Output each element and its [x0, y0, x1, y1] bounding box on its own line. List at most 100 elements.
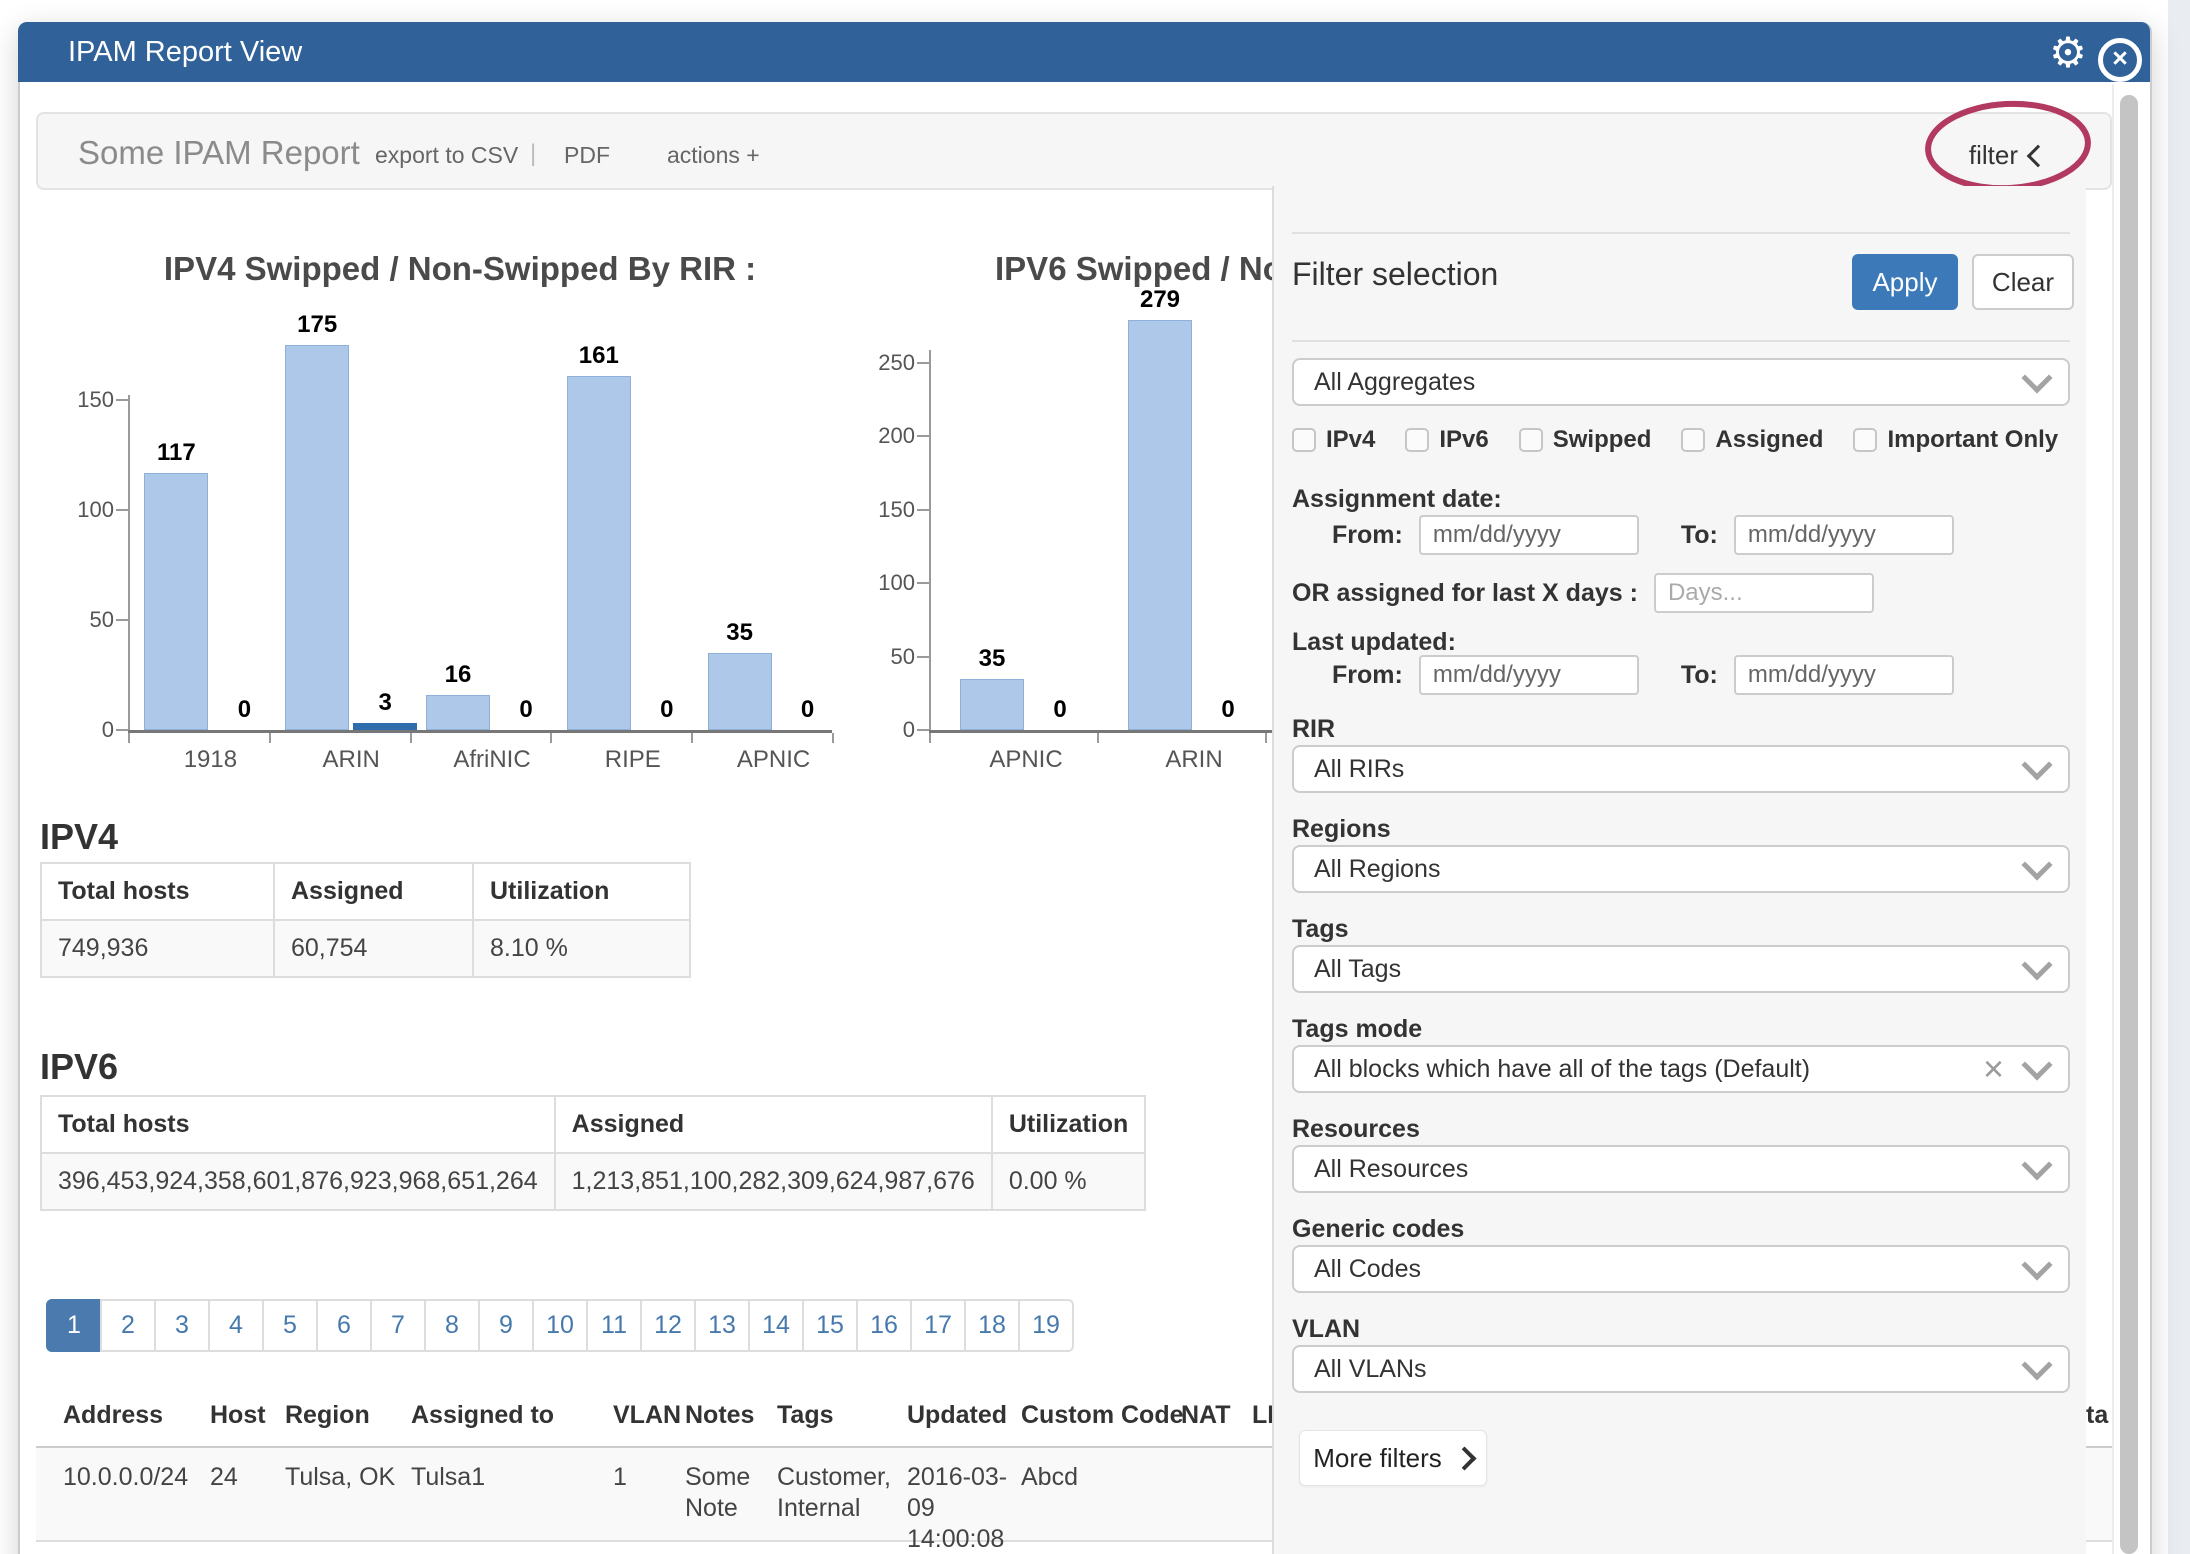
clipped-column-header-fragment: ta: [2086, 1400, 2108, 1431]
page-button-8[interactable]: 8: [424, 1299, 480, 1352]
records-cell: 24: [210, 1462, 278, 1493]
chevron-down-icon: [2021, 1249, 2052, 1280]
bar-value-label: 35: [704, 619, 776, 647]
updated-from-input[interactable]: [1419, 655, 1639, 695]
to-label: To:: [1681, 521, 1718, 550]
page-button-17[interactable]: 17: [910, 1299, 966, 1352]
y-axis-line: [128, 395, 130, 730]
page-button-11[interactable]: 11: [586, 1299, 642, 1352]
page-button-10[interactable]: 10: [532, 1299, 588, 1352]
ipv6-section-heading: IPV6: [40, 1046, 118, 1088]
page-button-9[interactable]: 9: [478, 1299, 534, 1352]
table-cell: 396,453,924,358,601,876,923,968,651,264: [41, 1153, 555, 1210]
page-button-14[interactable]: 14: [748, 1299, 804, 1352]
y-tick-mark: [116, 729, 128, 731]
modal-scrollbar-track[interactable]: [2112, 84, 2150, 1554]
updated-to-input[interactable]: [1734, 655, 1954, 695]
checkbox-swipped[interactable]: Swipped: [1519, 426, 1652, 454]
page-button-16[interactable]: 16: [856, 1299, 912, 1352]
x-category-label: AfriNIC: [412, 746, 572, 774]
last-updated-label: Last updated:: [1292, 628, 1456, 657]
checkbox-label: Assigned: [1715, 426, 1823, 454]
records-cell: 1: [613, 1462, 678, 1493]
pdf-link[interactable]: PDF: [564, 142, 610, 169]
checkbox-box: [1405, 428, 1429, 452]
page-button-6[interactable]: 6: [316, 1299, 372, 1352]
records-cell: Tulsa, OK: [285, 1462, 405, 1493]
page-button-1[interactable]: 1: [46, 1299, 102, 1352]
checkbox-assigned[interactable]: Assigned: [1681, 426, 1823, 454]
select-resources[interactable]: All Resources: [1292, 1145, 2070, 1193]
page-button-19[interactable]: 19: [1018, 1299, 1074, 1352]
page-button-5[interactable]: 5: [262, 1299, 318, 1352]
filter-toggle-button[interactable]: filter: [1969, 140, 2046, 171]
page-button-7[interactable]: 7: [370, 1299, 426, 1352]
assignment-to-input[interactable]: [1734, 515, 1954, 555]
select-generic-codes[interactable]: All Codes: [1292, 1245, 2070, 1293]
select-value: All blocks which have all of the tags (D…: [1314, 1055, 1983, 1084]
bar-value-label: 16: [422, 661, 494, 689]
assignment-from-input[interactable]: [1419, 515, 1639, 555]
checkbox-ipv6[interactable]: IPv6: [1405, 426, 1488, 454]
chart-title: IPV4 Swipped / Non-Swipped By RIR :: [40, 250, 880, 288]
page-button-18[interactable]: 18: [964, 1299, 1020, 1352]
settings-gear-icon[interactable]: ⚙: [2046, 30, 2090, 74]
page-button-3[interactable]: 3: [154, 1299, 210, 1352]
select-tags-mode[interactable]: All blocks which have all of the tags (D…: [1292, 1045, 2070, 1093]
select-tags[interactable]: All Tags: [1292, 945, 2070, 993]
modal-scrollbar-thumb[interactable]: [2120, 95, 2138, 1554]
table-cell: 60,754: [274, 920, 473, 977]
checkbox-box: [1853, 428, 1877, 452]
bar-value-label: 0: [1192, 696, 1264, 724]
more-filters-button[interactable]: More filters: [1299, 1430, 1487, 1486]
clear-x-icon[interactable]: ×: [1983, 1051, 2004, 1087]
chevron-down-icon: [2021, 949, 2052, 980]
page-button-2[interactable]: 2: [100, 1299, 156, 1352]
y-tick-label: 250: [847, 350, 915, 376]
clear-button[interactable]: Clear: [1972, 254, 2074, 310]
select-aggregates[interactable]: All Aggregates: [1292, 358, 2070, 406]
page-background-strip: [2168, 0, 2190, 1554]
actions-menu[interactable]: actions +: [667, 142, 760, 169]
x-category-label: 1918: [130, 746, 290, 774]
x-tick-mark: [1265, 733, 1267, 743]
close-icon[interactable]: ×: [2098, 38, 2142, 82]
bar-value-label: 0: [208, 696, 280, 724]
ipv4-section-heading: IPV4: [40, 816, 118, 858]
x-category-label: APNIC: [946, 746, 1106, 774]
select-regions[interactable]: All Regions: [1292, 845, 2070, 893]
records-header-cell: Notes: [685, 1400, 770, 1431]
y-tick-label: 50: [847, 644, 915, 670]
checkbox-important-only[interactable]: Important Only: [1853, 426, 2058, 454]
records-header-cell: Custom Code: [1021, 1400, 1176, 1431]
table-cell: 749,936: [41, 920, 274, 977]
y-tick-mark: [917, 435, 929, 437]
ipv4-summary-table: Total hosts Assigned Utilization 749,936…: [40, 862, 691, 978]
records-header-cell: VLAN: [613, 1400, 678, 1431]
y-tick-mark: [917, 362, 929, 364]
bar-value-label: 0: [490, 696, 562, 724]
export-csv-link[interactable]: export to CSV: [375, 142, 518, 169]
records-cell: Abcd: [1021, 1462, 1176, 1493]
y-tick-mark: [116, 399, 128, 401]
select-value: All RIRs: [1314, 755, 2026, 784]
checkbox-ipv4[interactable]: IPv4: [1292, 426, 1375, 454]
page-button-15[interactable]: 15: [802, 1299, 858, 1352]
page-button-12[interactable]: 12: [640, 1299, 696, 1352]
y-tick-mark: [116, 619, 128, 621]
pagination: 12345678910111213141516171819: [46, 1299, 1074, 1352]
checkbox-box: [1292, 428, 1316, 452]
y-tick-label: 150: [847, 497, 915, 523]
page-button-4[interactable]: 4: [208, 1299, 264, 1352]
days-input[interactable]: [1654, 573, 1874, 613]
filter-group-label-tags-mode: Tags mode: [1292, 1015, 1422, 1044]
page-button-13[interactable]: 13: [694, 1299, 750, 1352]
select-vlan[interactable]: All VLANs: [1292, 1345, 2070, 1393]
select-rir[interactable]: All RIRs: [1292, 745, 2070, 793]
select-value: All Aggregates: [1314, 368, 2026, 397]
column-header: Total hosts: [41, 863, 274, 920]
records-header-cell: Region: [285, 1400, 405, 1431]
more-filters-label: More filters: [1313, 1443, 1442, 1474]
report-title: Some IPAM Report: [78, 134, 360, 172]
apply-button[interactable]: Apply: [1852, 254, 1958, 310]
